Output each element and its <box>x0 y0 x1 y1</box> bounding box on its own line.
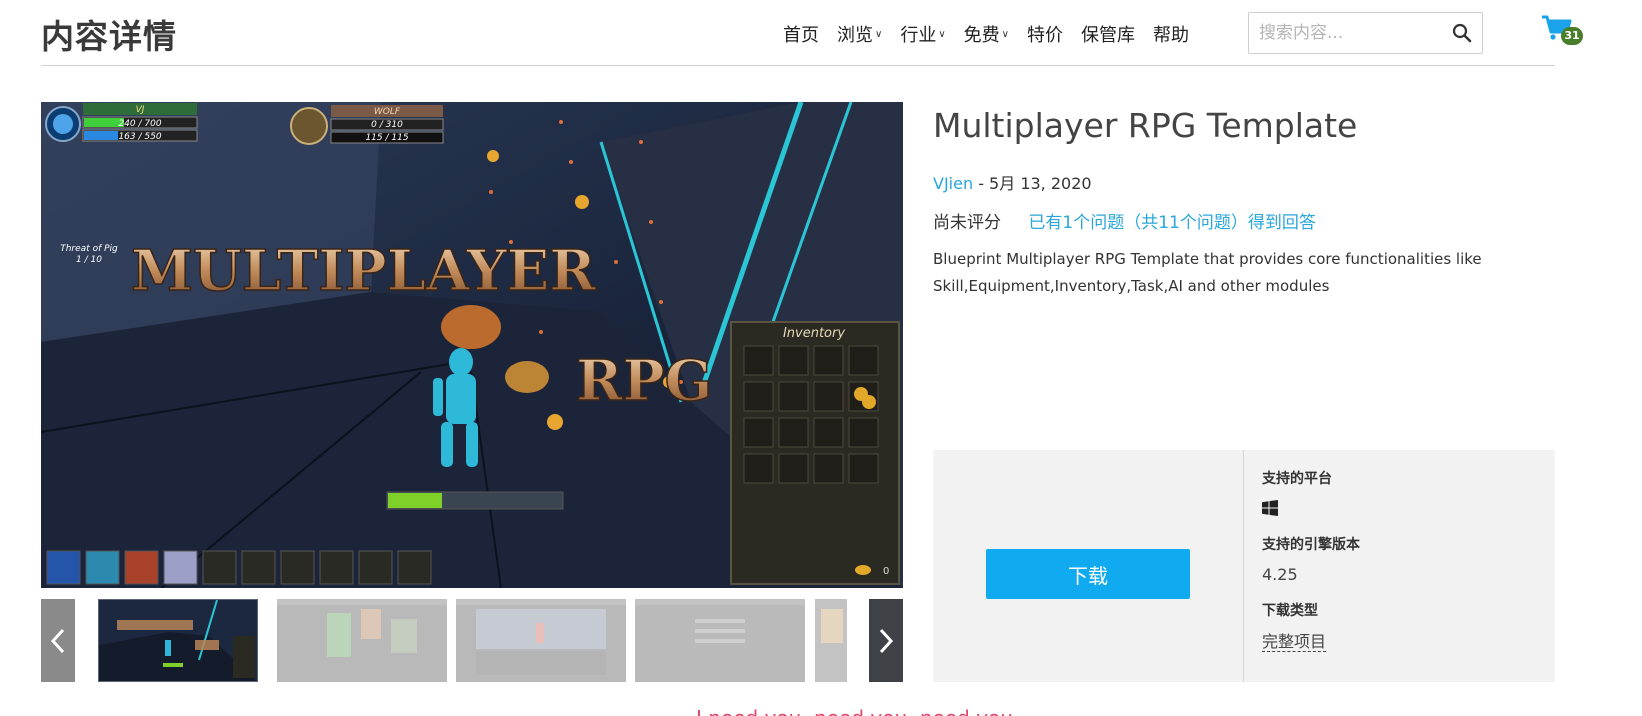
hud-enemy-hp: 0 / 310 <box>371 120 403 130</box>
hud-player-mp: 163 / 550 <box>118 132 161 142</box>
release-date: 5月 13, 2020 <box>989 174 1092 193</box>
thumbnail-5-image <box>815 599 847 682</box>
meta-separator: - <box>978 174 990 193</box>
nav-sale[interactable]: 特价 <box>1027 20 1063 48</box>
chevron-left-icon <box>50 628 65 653</box>
game-screenshot: MULTIPLAYER RPG VJ 240 / 700 163 / 550 W… <box>41 102 903 588</box>
nav-free-label: 免费 <box>963 25 1000 46</box>
shopping-cart-button[interactable]: 31 <box>1541 14 1585 48</box>
panel-divider <box>1243 450 1244 682</box>
thumbnail-5[interactable] <box>815 599 847 682</box>
product-meta: VJien - 5月 13, 2020 <box>933 170 1092 194</box>
hud-player-hp: 240 / 700 <box>118 119 161 129</box>
hud-threat-value: 1 / 10 <box>76 255 102 265</box>
thumbnail-3-image <box>456 599 626 682</box>
overlay-title-multiplayer: MULTIPLAYER <box>131 238 596 304</box>
hud-enemy-mp: 115 / 115 <box>365 133 408 143</box>
nav-industry-label: 行业 <box>900 25 937 46</box>
nav-free[interactable]: 免费 ∨ <box>964 20 1009 48</box>
overlay-title-rpg: RPG <box>576 348 712 414</box>
search-box <box>1248 12 1483 54</box>
thumbnail-prev-button[interactable] <box>41 599 75 682</box>
hud-enemy-name: WOLF <box>374 107 401 117</box>
nav-sale-label: 特价 <box>1026 25 1063 46</box>
thumbnail-4[interactable] <box>635 599 805 682</box>
thumbnail-2[interactable] <box>277 599 447 682</box>
rating-line: 尚未评分 已有1个问题（共11个问题）得到回答 <box>933 208 1316 233</box>
site-header: 内容详情 首页 浏览∨ 行业∨ 免费∨ 特价 保管库 帮助 31 <box>41 0 1583 66</box>
hud-threat-label: Threat of Pig <box>60 244 118 254</box>
nav-home-label: 首页 <box>783 25 819 46</box>
download-button[interactable]: 下载 <box>986 549 1190 599</box>
search-input[interactable] <box>1259 22 1439 44</box>
engine-version-value: 4.25 <box>1262 565 1298 584</box>
product-description: Blueprint Multiplayer RPG Template that … <box>933 250 1482 295</box>
nav-help[interactable]: 帮助 <box>1153 20 1189 48</box>
inventory-title: Inventory <box>783 326 845 341</box>
download-panel: 下载 支持的平台 支持的引擎版本 4.25 下载类型 完整项目 <box>933 450 1555 682</box>
chevron-down-icon: ∨ <box>1001 28 1009 40</box>
nav-industry[interactable]: 行业 ∨ <box>900 20 945 48</box>
nav-home[interactable]: 首页 <box>783 20 819 48</box>
page-title: 内容详情 <box>41 17 177 56</box>
nav-vault-label: 保管库 <box>1080 25 1135 46</box>
product-title: Multiplayer RPG Template <box>933 106 1358 145</box>
download-type-value[interactable]: 完整项目 <box>1262 632 1327 652</box>
nav-browse-label: 浏览 <box>837 25 873 46</box>
nav-vault[interactable]: 保管库 <box>1081 20 1135 48</box>
thumbnail-2-image <box>277 599 447 682</box>
platforms-label: 支持的平台 <box>1262 471 1332 487</box>
nav-help-label: 帮助 <box>1152 25 1189 46</box>
download-type-label: 下载类型 <box>1262 603 1318 619</box>
thumbnail-4-image <box>635 599 805 682</box>
bottom-marquee-text: I need you, need you, need you <box>696 706 1013 716</box>
thumbnail-1-image <box>99 600 257 681</box>
main-nav: 首页 浏览 ∨ 行业 ∨ 免费 ∨ 特价 保管库 帮助 <box>783 20 1207 48</box>
inventory-gold: 0 <box>883 566 889 577</box>
windows-icon <box>1262 500 1278 516</box>
chevron-down-icon: ∨ <box>938 28 946 40</box>
hud-player-name: VJ <box>136 105 145 115</box>
chevron-down-icon: ∨ <box>875 28 883 40</box>
thumbnail-1[interactable] <box>98 599 258 682</box>
thumbnail-next-button[interactable] <box>869 599 903 682</box>
product-main-image[interactable]: MULTIPLAYER RPG VJ 240 / 700 163 / 550 W… <box>41 102 903 588</box>
engine-version-label: 支持的引擎版本 <box>1262 537 1360 553</box>
chevron-right-icon <box>879 628 894 653</box>
cart-count-badge: 31 <box>1561 27 1583 45</box>
author-link[interactable]: VJien <box>933 174 973 193</box>
thumbnail-3[interactable] <box>456 599 626 682</box>
nav-browse[interactable]: 浏览 ∨ <box>837 20 882 48</box>
rating-text: 尚未评分 <box>933 213 1001 233</box>
search-icon[interactable] <box>1452 23 1472 43</box>
qa-link[interactable]: 已有1个问题（共11个问题）得到回答 <box>1028 213 1315 233</box>
